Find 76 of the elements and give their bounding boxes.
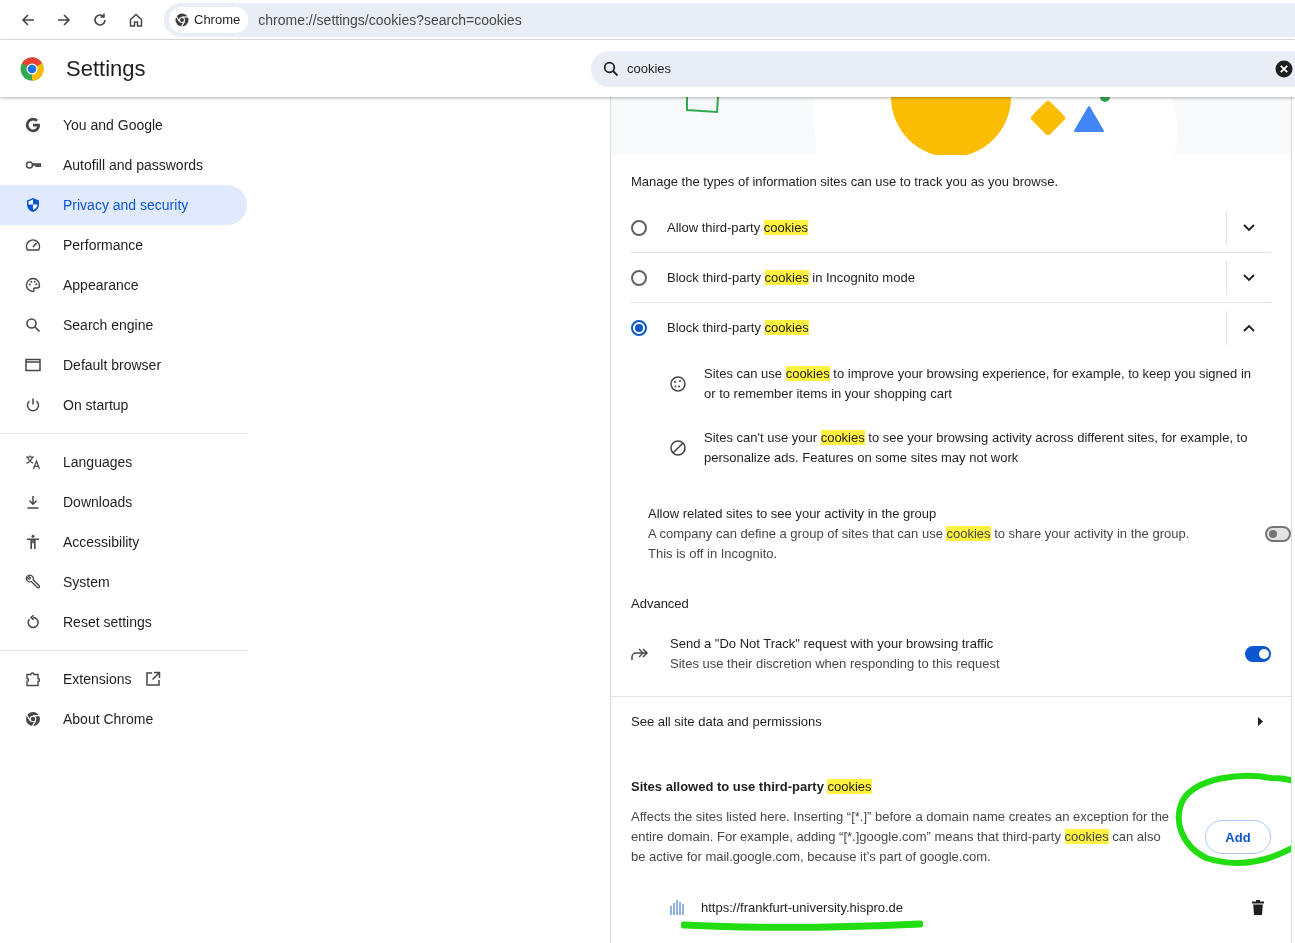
radio-button[interactable] <box>631 319 647 336</box>
url-text: chrome://settings/cookies?search=cookies <box>258 11 522 28</box>
google-g-icon <box>25 117 41 133</box>
sidebar-item[interactable]: Performance <box>0 225 247 265</box>
settings-title: Settings <box>66 55 147 82</box>
search-icon <box>25 317 41 333</box>
sidebar-item[interactable]: Default browser <box>0 345 247 385</box>
close-icon <box>1275 59 1293 78</box>
description-text: Affects the sites listed here. Inserting “[*.]” before a domain name creates an exception for the entire domain. For example, adding “[*.]google.com” means that third-party cookies can also be active for mail.google.com, because it’s part of google.com. <box>631 808 1171 866</box>
setting-description: A company can define a group of sites that can use cookies to share your activity in the group. <box>648 525 1191 543</box>
favicon-bars-icon <box>669 899 685 915</box>
sidebar-item[interactable]: Search engine <box>0 305 247 345</box>
search-icon <box>603 60 619 77</box>
chrome-logo-icon <box>20 56 44 81</box>
setting-title: Allow related sites to see your activity in the group <box>648 505 938 523</box>
speedometer-icon <box>25 237 41 253</box>
trash-icon <box>1252 899 1264 915</box>
shield-icon <box>25 197 41 213</box>
sidebar-item[interactable]: Accessibility <box>0 522 247 562</box>
accessibility-icon <box>25 534 41 550</box>
search-input[interactable]: cookies <box>627 61 1267 76</box>
option-label: Block third-party cookies <box>667 320 810 335</box>
address-bar[interactable]: Chrome chrome://settings/cookies?search=cookies <box>164 2 1295 37</box>
section-heading: Sites allowed to use third-party cookies <box>630 778 873 796</box>
search-field[interactable]: cookies <box>591 50 1295 87</box>
forward-arrow-icon <box>56 11 72 28</box>
toggle-switch[interactable] <box>1245 646 1271 662</box>
site-data-link[interactable]: See all site data and permissions <box>611 697 1291 745</box>
add-button[interactable]: Add <box>1205 820 1271 854</box>
chevron-up-icon <box>1243 323 1255 332</box>
setting-note: This is off in Incognito. <box>648 545 779 563</box>
radio-button[interactable] <box>631 219 647 236</box>
sidebar-item[interactable]: Languages <box>0 442 247 482</box>
cookie-icon <box>669 375 687 393</box>
description-text: Manage the types of information sites can use to track you as you browse. <box>630 173 1060 189</box>
browser-window-icon <box>25 357 41 373</box>
block-icon <box>669 439 687 457</box>
sidebar-item[interactable]: Autofill and passwords <box>0 145 247 185</box>
palette-icon <box>25 277 41 293</box>
clear-search-button[interactable] <box>1275 59 1293 78</box>
detail-text: Sites can't use your cookies to see your browsing activity across different sites, for example, to personalize ads. Features on some sites may not work <box>704 429 1249 467</box>
sidebar-item[interactable]: Downloads <box>0 482 247 522</box>
site-chip[interactable]: Chrome <box>169 6 249 33</box>
back-arrow-icon <box>20 11 36 28</box>
sidebar-item[interactable]: Appearance <box>0 265 247 305</box>
share-arrow-icon <box>631 647 649 661</box>
sidebar-item[interactable]: Extensions <box>0 659 247 699</box>
power-icon <box>25 397 41 413</box>
sidebar-item[interactable]: System <box>0 562 247 602</box>
site-url: https://frankfurt-university.hispro.de <box>701 899 905 915</box>
chrome-logo-icon <box>175 12 189 27</box>
puzzle-piece-icon <box>25 671 41 687</box>
chevron-down-icon <box>1243 223 1255 232</box>
reset-icon <box>25 614 41 630</box>
chrome-logo-icon <box>25 711 41 727</box>
radio-button[interactable] <box>631 269 647 286</box>
setting-description: Sites use their discretion when responding to this request <box>670 655 1001 673</box>
translate-icon <box>25 454 41 470</box>
delete-button[interactable] <box>1252 899 1264 915</box>
wrench-icon <box>25 574 41 590</box>
sidebar-item[interactable]: About Chrome <box>0 699 247 739</box>
detail-text: Sites can use cookies to improve your browsing experience, for example, to keep you signed in or to remember items in your shopping cart <box>704 365 1252 403</box>
toggle-switch[interactable] <box>1265 526 1291 542</box>
sidebar-item[interactable]: On startup <box>0 385 247 425</box>
setting-title: Send a "Do Not Track" request with your browsing traffic <box>670 635 995 653</box>
section-heading: Advanced <box>630 595 690 613</box>
option-label: Block third-party cookies in Incognito mode <box>667 270 916 285</box>
sidebar-item[interactable]: Reset settings <box>0 602 247 642</box>
caret-right-icon <box>1258 716 1263 726</box>
sidebar-item[interactable]: You and Google <box>0 105 247 145</box>
reload-icon <box>92 11 108 28</box>
sidebar-item[interactable]: Privacy and security <box>0 185 247 225</box>
chevron-down-icon <box>1243 273 1255 282</box>
download-icon <box>25 494 41 510</box>
home-icon <box>128 11 144 28</box>
option-label: Allow third-party cookies <box>667 220 809 235</box>
